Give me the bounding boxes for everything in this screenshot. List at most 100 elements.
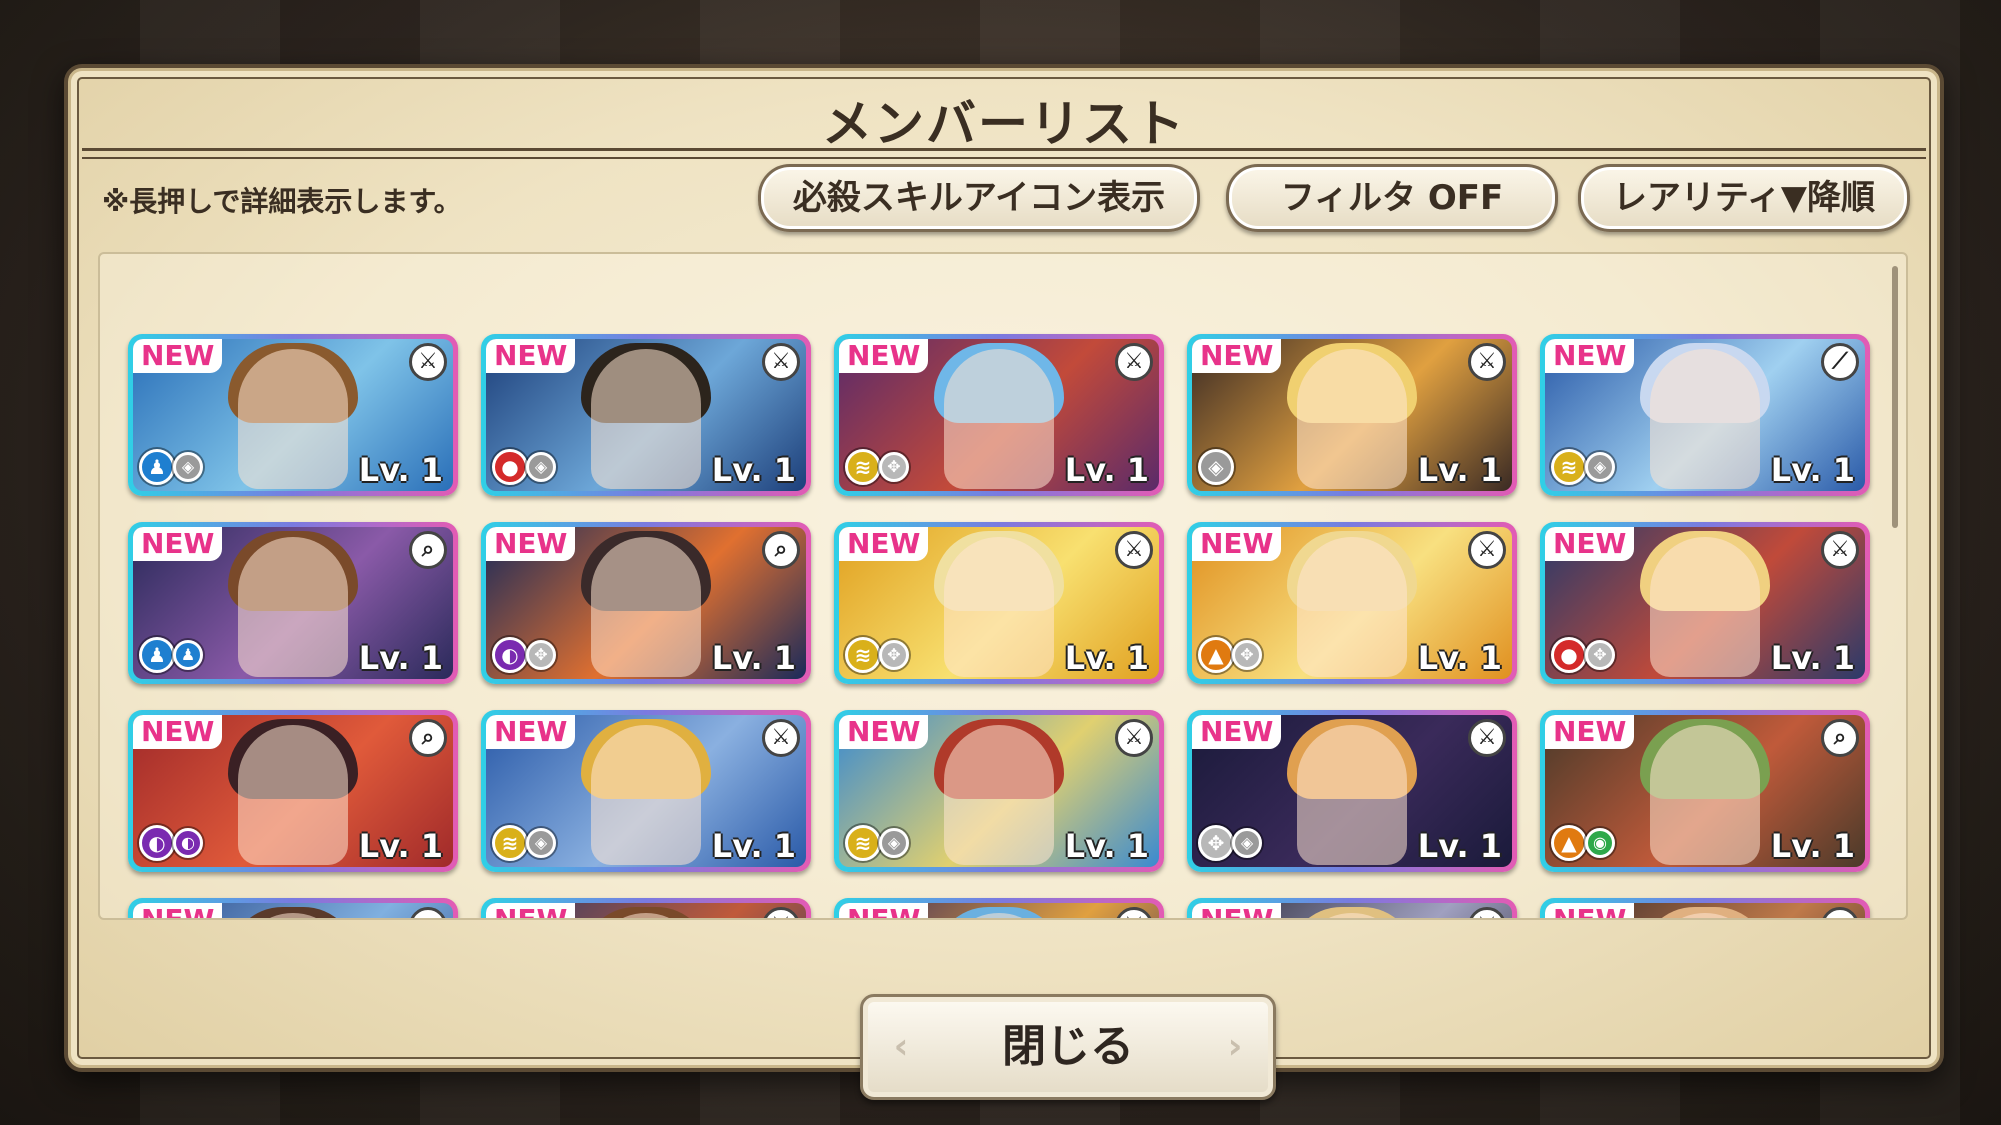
new-badge: NEW: [1545, 903, 1635, 918]
member-card[interactable]: NEW ⌕ ▲ ◉ Lv. 1: [1540, 710, 1870, 872]
member-card[interactable]: NEW⚔●: [481, 898, 811, 918]
new-badge: NEW: [486, 903, 576, 918]
member-card[interactable]: NEW ⌕ ◐ ✥ Lv. 1: [481, 522, 811, 684]
chevron-left-icon: ‹: [893, 1026, 909, 1067]
level-label: Lv. 1: [1770, 451, 1855, 489]
level-label: Lv. 1: [358, 451, 443, 489]
card-art: NEW ⟋ ≋ ◈ Lv. 1: [1545, 339, 1865, 491]
level-label: Lv. 1: [358, 827, 443, 865]
member-card[interactable]: NEW ⌕ ◐ ◐ Lv. 1: [128, 710, 458, 872]
member-card[interactable]: NEW ⚔ ≋ ◈ Lv. 1: [481, 710, 811, 872]
chevron-right-icon: ›: [1227, 1026, 1243, 1067]
new-badge: NEW: [133, 339, 223, 373]
wind-element-icon: ✥: [1585, 640, 1615, 670]
sword-icon: ⚔: [1468, 343, 1506, 381]
card-art: NEW ⚔ ≋ ✥ Lv. 1: [839, 339, 1159, 491]
member-card[interactable]: NEW ⚔ ● ◈ Lv. 1: [481, 334, 811, 496]
wind-green-element-icon: ◉: [1585, 828, 1615, 858]
magnifier-icon: ⌕: [409, 531, 447, 569]
card-art: NEW⚔◈: [1192, 903, 1512, 918]
card-art: NEW ⚔ ◈ Lv. 1: [1192, 339, 1512, 491]
skill-icon-toggle-button[interactable]: 必殺スキルアイコン表示: [758, 164, 1200, 232]
wind-element-icon: ✥: [1232, 640, 1262, 670]
card-art: NEW ⌕ ▲ ◉ Lv. 1: [1545, 715, 1865, 867]
new-badge: NEW: [486, 527, 576, 561]
new-badge: NEW: [839, 527, 929, 561]
new-badge: NEW: [486, 715, 576, 749]
close-button[interactable]: ‹ 閉じる ›: [860, 994, 1276, 1100]
sort-button[interactable]: レアリティ▼降順: [1578, 164, 1910, 232]
card-art: NEW⌕♟: [133, 903, 453, 918]
neutral-element-icon: ◈: [879, 828, 909, 858]
neutral-element-icon: ◈: [526, 828, 556, 858]
card-art: NEW ⚔ ● ✥ Lv. 1: [1545, 527, 1865, 679]
member-card[interactable]: NEW ⟋ ≋ ◈ Lv. 1: [1540, 334, 1870, 496]
character-figure: [591, 725, 701, 865]
member-card[interactable]: NEW ⚔ ● ✥ Lv. 1: [1540, 522, 1870, 684]
card-art: NEW⌕▲: [1545, 903, 1865, 918]
water-element-icon: ♟: [173, 640, 203, 670]
member-card[interactable]: NEW ⌕ ♟ ♟ Lv. 1: [128, 522, 458, 684]
level-label: Lv. 1: [1770, 639, 1855, 677]
filter-button[interactable]: フィルタ OFF: [1226, 164, 1558, 232]
new-badge: NEW: [486, 339, 576, 373]
new-badge: NEW: [839, 339, 929, 373]
neutral-element-icon: ◈: [173, 452, 203, 482]
character-figure: [591, 537, 701, 677]
fire-element-icon: ●: [492, 449, 528, 485]
sword-icon: ⚔: [762, 719, 800, 757]
card-art: NEW⚔≋: [839, 903, 1159, 918]
level-label: Lv. 1: [711, 451, 796, 489]
neutral-element-icon: ◈: [1232, 828, 1262, 858]
level-label: Lv. 1: [711, 827, 796, 865]
neutral-element-icon: ◈: [526, 452, 556, 482]
lightning-element-icon: ≋: [845, 825, 881, 861]
member-card[interactable]: NEW⌕▲: [1540, 898, 1870, 918]
card-art: NEW ⚔ ✥ ◈ Lv. 1: [1192, 715, 1512, 867]
sword-icon: ⚔: [1468, 907, 1506, 918]
level-label: Lv. 1: [1770, 827, 1855, 865]
member-card[interactable]: NEW ⚔ ▲ ✥ Lv. 1: [1187, 522, 1517, 684]
neutral-element-icon: ◈: [1198, 449, 1234, 485]
new-badge: NEW: [133, 527, 223, 561]
long-press-hint: ※長押しで詳細表示します。: [102, 185, 462, 218]
new-badge: NEW: [1545, 527, 1635, 561]
member-card[interactable]: NEW ⚔ ✥ ◈ Lv. 1: [1187, 710, 1517, 872]
sword-icon: ⚔: [762, 343, 800, 381]
character-figure: [1297, 725, 1407, 865]
magnifier-icon: ⌕: [409, 907, 447, 918]
member-card[interactable]: NEW ⚔ ≋ ✥ Lv. 1: [834, 334, 1164, 496]
new-badge: NEW: [839, 903, 929, 918]
water-element-icon: ♟: [139, 637, 175, 673]
wind-element-icon: ✥: [1198, 825, 1234, 861]
lightning-element-icon: ≋: [845, 637, 881, 673]
character-figure: [944, 725, 1054, 865]
magnifier-icon: ⌕: [762, 531, 800, 569]
member-card[interactable]: NEW⚔◈: [1187, 898, 1517, 918]
member-card[interactable]: NEW ⚔ ◈ Lv. 1: [1187, 334, 1517, 496]
character-figure: [1650, 537, 1760, 677]
member-card[interactable]: NEW⌕♟: [128, 898, 458, 918]
level-label: Lv. 1: [1064, 451, 1149, 489]
member-card[interactable]: NEW ⚔ ≋ ✥ Lv. 1: [834, 522, 1164, 684]
wind-element-icon: ✥: [879, 452, 909, 482]
dark-element-icon: ◐: [492, 637, 528, 673]
sword-icon: ⚔: [1115, 343, 1153, 381]
list-scrollbar[interactable]: [1892, 266, 1898, 528]
sword-icon: ⚔: [1115, 719, 1153, 757]
new-badge: NEW: [1192, 527, 1282, 561]
member-card[interactable]: NEW ⚔ ≋ ◈ Lv. 1: [834, 710, 1164, 872]
new-badge: NEW: [1545, 715, 1635, 749]
card-art: NEW ⌕ ♟ ♟ Lv. 1: [133, 527, 453, 679]
card-art: NEW ⌕ ◐ ✥ Lv. 1: [486, 527, 806, 679]
member-card[interactable]: NEW ⚔ ♟ ◈ Lv. 1: [128, 334, 458, 496]
neutral-element-icon: ◈: [1585, 452, 1615, 482]
sword-icon: ⚔: [1468, 531, 1506, 569]
close-button-label: 閉じる: [1002, 1021, 1134, 1072]
member-card-list[interactable]: NEW ⚔ ♟ ◈ Lv. 1 NEW ⚔ ● ◈ Lv. 1 NEW ⚔ ≋ ✥ Lv. 1 NEW ⚔ ◈ Lv…: [98, 252, 1908, 920]
fire-element-icon: ●: [1551, 637, 1587, 673]
member-card[interactable]: NEW⚔≋: [834, 898, 1164, 918]
character-figure: [1297, 349, 1407, 489]
character-figure: [1297, 537, 1407, 677]
character-figure: [591, 349, 701, 489]
